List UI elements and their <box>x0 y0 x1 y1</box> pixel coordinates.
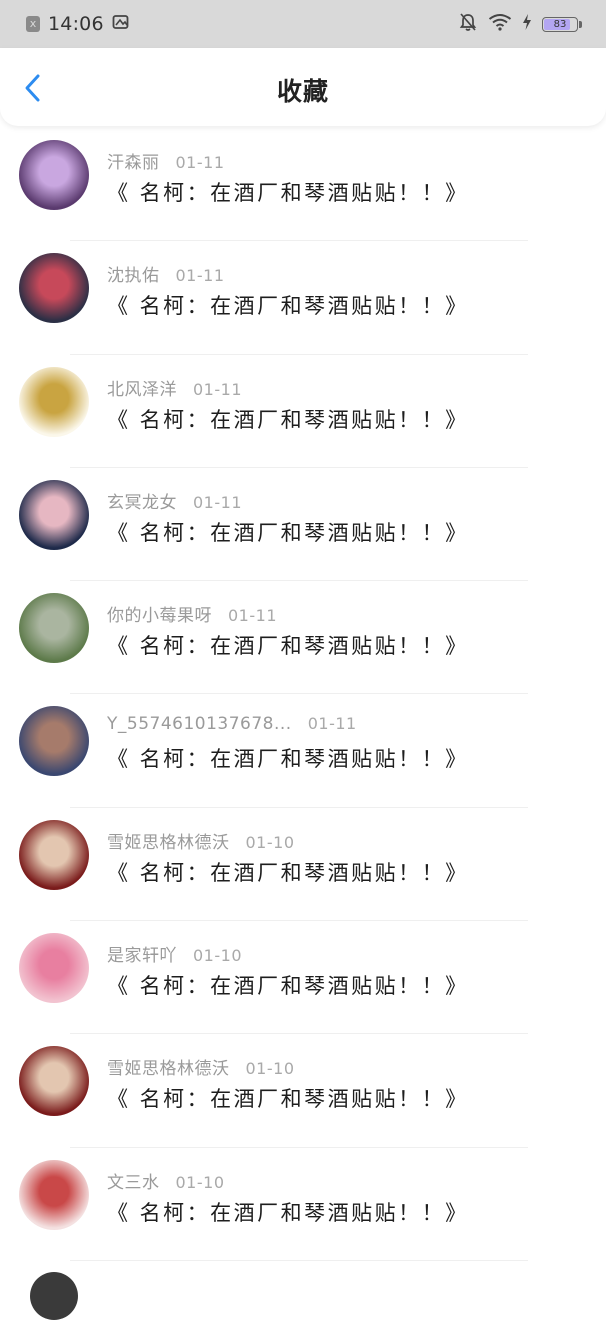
user-avatar[interactable] <box>19 1046 89 1117</box>
item-date: 01-10 <box>193 946 242 966</box>
author-name[interactable]: 文三水 <box>107 1168 160 1193</box>
battery-level: 83 <box>553 18 567 30</box>
item-date: 01-11 <box>175 153 225 172</box>
story-title[interactable]: 《 名柯：在酒厂和琴酒贴贴！！》 <box>107 970 469 1000</box>
favorite-item[interactable]: 文三水 01-10 《 名柯：在酒厂和琴酒贴贴！！》 <box>0 1148 606 1261</box>
author-name[interactable]: 雪姬思格林德沃 <box>107 1054 230 1079</box>
item-meta: 汗森丽 01-11 <box>107 148 225 173</box>
user-avatar[interactable] <box>19 593 89 664</box>
story-title[interactable]: 《 名柯：在酒厂和琴酒贴贴！！》 <box>107 290 469 320</box>
item-meta: 你的小莓果呀 01-11 <box>107 601 277 626</box>
story-title[interactable]: 《 名柯：在酒厂和琴酒贴贴！！》 <box>107 517 469 547</box>
item-date: 01-11 <box>193 379 242 399</box>
user-avatar[interactable] <box>19 819 89 890</box>
user-avatar[interactable] <box>19 706 89 777</box>
favorite-item[interactable]: 是家轩吖 01-10 《 名柯：在酒厂和琴酒贴贴！！》 <box>0 921 606 1035</box>
favorite-item[interactable]: 沈执佑 01-11 《 名柯：在酒厂和琴酒贴贴！！》 <box>0 241 606 355</box>
author-name[interactable]: 北风泽洋 <box>107 375 177 400</box>
close-box-icon: x <box>26 16 40 32</box>
author-name[interactable]: 玄冥龙女 <box>107 488 177 513</box>
top-nav-bar: 收藏 <box>0 48 606 126</box>
item-meta: 玄冥龙女 01-11 <box>107 488 242 513</box>
item-date: 01-11 <box>175 266 225 286</box>
user-avatar[interactable] <box>19 140 89 210</box>
favorite-item[interactable]: 汗森丽 01-11 《 名柯：在酒厂和琴酒贴贴！！》 <box>0 128 606 242</box>
item-meta: 沈执佑 01-11 <box>107 261 225 286</box>
favorite-item[interactable]: 雪姬思格林德沃 01-10 《 名柯：在酒厂和琴酒贴贴！！》 <box>0 1034 606 1148</box>
item-meta: Y_5574610137678... 01-11 <box>107 714 357 734</box>
favorite-item[interactable]: 北风泽洋 01-11 《 名柯：在酒厂和琴酒贴贴！！》 <box>0 355 606 468</box>
item-date: 01-11 <box>307 714 357 734</box>
user-avatar[interactable] <box>19 1159 89 1230</box>
author-name[interactable]: 是家轩吖 <box>107 941 177 966</box>
author-name[interactable]: 你的小莓果呀 <box>107 601 212 626</box>
wifi-icon <box>488 13 512 35</box>
favorites-list: 汗森丽 01-11 《 名柯：在酒厂和琴酒贴贴！！》 沈执佑 01-11 《 名柯：在酒厂… <box>0 128 606 1261</box>
story-title[interactable]: 《 名柯：在酒厂和琴酒贴贴！！》 <box>107 1197 469 1227</box>
user-avatar[interactable] <box>19 933 89 1004</box>
story-title[interactable]: 《 名柯：在酒厂和琴酒贴贴！！》 <box>107 857 469 887</box>
story-title[interactable]: 《 名柯：在酒厂和琴酒贴贴！！》 <box>107 630 469 660</box>
story-title[interactable]: 《 名柯：在酒厂和琴酒贴贴！！》 <box>107 177 469 207</box>
item-date: 01-10 <box>245 832 295 852</box>
item-date: 01-11 <box>228 606 277 626</box>
story-title[interactable]: 《 名柯：在酒厂和琴酒贴贴！！》 <box>107 1083 469 1113</box>
user-avatar[interactable] <box>19 366 89 437</box>
favorite-item[interactable]: 你的小莓果呀 01-11 《 名柯：在酒厂和琴酒贴贴！！》 <box>0 581 606 695</box>
item-meta: 文三水 01-10 <box>107 1168 225 1193</box>
author-name[interactable]: 汗森丽 <box>107 148 160 173</box>
charging-icon <box>522 13 532 35</box>
favorite-item[interactable]: 雪姬思格林德沃 01-10 《 名柯：在酒厂和琴酒贴贴！！》 <box>0 808 606 922</box>
item-date: 01-10 <box>245 1059 295 1079</box>
divider <box>70 1259 528 1261</box>
item-date: 01-10 <box>175 1172 225 1192</box>
page-title: 收藏 <box>276 77 329 106</box>
item-date: 01-11 <box>193 492 242 512</box>
author-name[interactable]: 沈执佑 <box>107 261 160 286</box>
item-meta: 是家轩吖 01-10 <box>107 941 242 966</box>
story-title[interactable]: 《 名柯：在酒厂和琴酒贴贴！！》 <box>107 743 469 773</box>
story-title[interactable]: 《 名柯：在酒厂和琴酒贴贴！！》 <box>107 404 469 434</box>
user-avatar[interactable] <box>19 479 89 550</box>
author-name[interactable]: Y_5574610137678... <box>107 714 292 734</box>
item-meta: 北风泽洋 01-11 <box>107 375 242 400</box>
bell-off-icon <box>458 12 478 36</box>
partial-avatar <box>30 1272 78 1320</box>
status-bar: x 14:06 83 <box>0 0 606 48</box>
favorite-item[interactable]: 玄冥龙女 01-11 《 名柯：在酒厂和琴酒贴贴！！》 <box>0 468 606 582</box>
item-meta: 雪姬思格林德沃 01-10 <box>107 1054 295 1079</box>
screenshot-icon <box>112 14 130 34</box>
item-meta: 雪姬思格林德沃 01-10 <box>107 828 295 853</box>
battery-icon: 83 <box>542 16 578 32</box>
status-time: 14:06 <box>48 13 104 35</box>
author-name[interactable]: 雪姬思格林德沃 <box>107 828 230 853</box>
favorite-item[interactable]: Y_5574610137678... 01-11 《 名柯：在酒厂和琴酒贴贴！！》 <box>0 694 606 808</box>
user-avatar[interactable] <box>19 253 89 324</box>
